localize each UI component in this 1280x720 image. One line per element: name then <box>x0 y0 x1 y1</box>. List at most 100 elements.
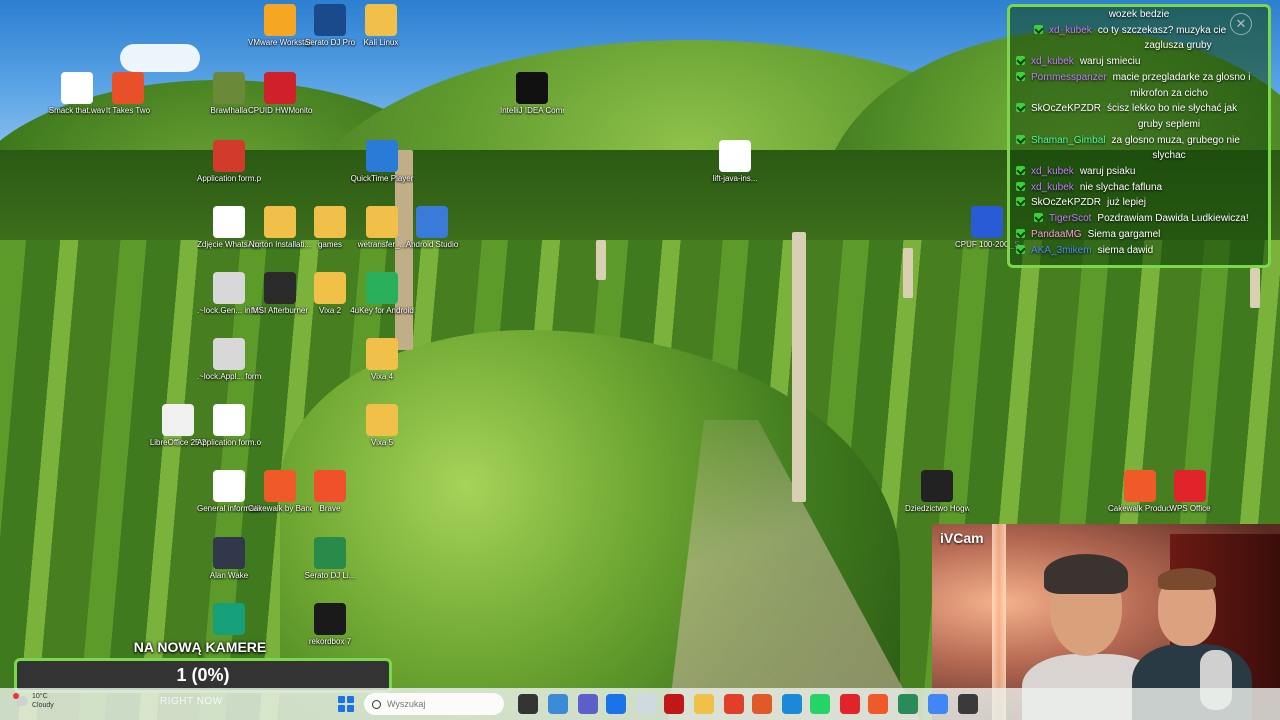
weather-widget[interactable]: 10°C Cloudy <box>13 692 54 710</box>
desktop-icon[interactable]: IntelliJ IDEA Communi... <box>500 72 564 116</box>
close-icon[interactable]: ✕ <box>1230 13 1252 35</box>
desktop-icon-label: Brave <box>319 504 341 513</box>
desktop-icon[interactable]: 4uKey for Android <box>350 272 414 316</box>
desktop-icon[interactable]: It Takes Two <box>96 72 160 116</box>
folder-icon <box>314 272 346 304</box>
app-icon[interactable] <box>782 694 802 714</box>
installer-icon <box>719 140 751 172</box>
chat-username[interactable]: PandaaMG <box>1031 229 1082 240</box>
desktop-icon-label: It Takes Two <box>105 106 151 115</box>
desktop-icon-label: Application form.odg <box>197 438 261 447</box>
chat-username[interactable]: xd_kubek <box>1031 182 1074 193</box>
chat-username[interactable]: Pornmesspanzer <box>1031 72 1107 83</box>
desktop-icon[interactable]: Android Studio <box>400 206 464 250</box>
desktop-icon-label: CPUID HWMonitor <box>248 106 312 115</box>
wps-icon[interactable] <box>840 694 860 714</box>
desktop-icon[interactable]: Kali Linux <box>349 4 413 48</box>
desktop-icon[interactable] <box>197 603 261 637</box>
chat-username[interactable]: AKA_3mikem <box>1031 245 1092 256</box>
folder-image-icon <box>366 404 398 436</box>
cakewalk-icon <box>1124 470 1156 502</box>
hogwarts-icon <box>921 470 953 502</box>
chat-message: Shaman_Gimbal za glosno muza, grubego nie… <box>1016 133 1262 164</box>
chat-message: SkOcZeKPZDR ścisz lekko bo nie słychać ja… <box>1016 101 1262 132</box>
chat-username[interactable]: xd_kubek <box>1031 166 1074 177</box>
desktop-icon[interactable]: Application form.pdf <box>197 140 261 184</box>
verified-badge-icon <box>1016 103 1025 113</box>
app-icon[interactable] <box>958 694 978 714</box>
verified-badge-icon <box>1016 134 1025 144</box>
chat-text: ścisz lekko bo nie słychać jak <box>1107 103 1238 115</box>
vine-post <box>1250 268 1260 308</box>
desktop-icon[interactable]: .~lock.Appl... form.odg# <box>197 338 261 382</box>
app-icon[interactable] <box>868 694 888 714</box>
desktop-icon-label: Serato DJ Li... <box>304 571 356 580</box>
pdf-icon <box>213 140 245 172</box>
desktop-icon-label: Vixa 5 <box>370 438 394 447</box>
chat-text-continued: zaglusza gruby <box>1144 40 1212 52</box>
desktop-icon[interactable]: Dziedzictwo Hogwartu (3) <box>905 470 969 514</box>
file-explorer-icon[interactable] <box>694 694 714 714</box>
chat-username[interactable]: Shaman_Gimbal <box>1031 135 1105 146</box>
search-icon <box>372 699 381 709</box>
copilot-icon[interactable] <box>548 694 568 714</box>
notepad-icon[interactable] <box>636 694 656 714</box>
brave-icon <box>314 470 346 502</box>
document-icon <box>213 470 245 502</box>
chat-message: xd_kubek waruj smieciu <box>1016 54 1262 70</box>
desktop-icon-label: QuickTime Player <box>350 174 414 183</box>
desktop-icon[interactable]: Vixa 4 <box>350 338 414 382</box>
search-input[interactable] <box>387 699 477 709</box>
chat-username[interactable]: SkOcZeKPZDR <box>1031 103 1101 114</box>
verified-badge-icon <box>1016 166 1025 176</box>
mcafee-icon[interactable] <box>664 694 684 714</box>
wps-icon <box>1174 470 1206 502</box>
task-view-icon[interactable] <box>518 694 538 714</box>
chat-username[interactable]: xd_kubek <box>1049 25 1092 36</box>
verified-badge-icon <box>1016 244 1025 254</box>
folder-image-icon <box>366 338 398 370</box>
cloud-icon <box>13 693 28 706</box>
chat-message: SkOcZeKPZDR już lepiej <box>1016 195 1262 211</box>
browser-icon[interactable] <box>724 694 744 714</box>
folder-icon <box>365 4 397 36</box>
quicktime-icon <box>366 140 398 172</box>
chrome-icon[interactable] <box>928 694 948 714</box>
chat-message: AKA_3mikem siema dawid <box>1016 243 1262 259</box>
verified-badge-icon <box>1016 71 1025 81</box>
chat-username[interactable]: TigerScot <box>1049 213 1091 224</box>
store-icon[interactable] <box>606 694 626 714</box>
cakewalk-icon <box>264 470 296 502</box>
lock-file-icon <box>213 272 245 304</box>
desktop-icon[interactable]: Alan Wake <box>197 537 261 581</box>
chat-username[interactable]: SkOcZeKPZDR <box>1031 197 1101 208</box>
desktop-icon-label: Kali Linux <box>363 38 399 47</box>
chat-text: już lepiej <box>1107 197 1146 209</box>
app-icon[interactable] <box>752 694 772 714</box>
start-button[interactable] <box>338 696 354 712</box>
desktop-icon[interactable]: lift-java-ins... <box>703 140 767 184</box>
desktop-icon[interactable]: CPUID HWMonitor <box>248 72 312 116</box>
chat-text-continued: slychac <box>1152 150 1186 162</box>
vine-post <box>596 240 606 280</box>
webcam-label: iVCam <box>940 530 984 546</box>
chat-message: Pornmesspanzer macie przegladarke za glos… <box>1016 70 1262 101</box>
taskbar-search[interactable] <box>364 693 504 715</box>
app-icon[interactable] <box>898 694 918 714</box>
desktop-icon[interactable]: Serato DJ Li... <box>298 537 362 581</box>
vmware-icon <box>264 4 296 36</box>
weather-temp: 10°C <box>32 693 48 700</box>
desktop-icon-label: .~lock.Appl... form.odg# <box>197 372 261 381</box>
teams-icon[interactable] <box>578 694 598 714</box>
desktop-icon[interactable]: Application form.odg <box>197 404 261 448</box>
desktop-icon[interactable]: Vixa 5 <box>350 404 414 448</box>
audio-file-icon <box>61 72 93 104</box>
chat-text: waruj smieciu <box>1079 56 1141 68</box>
chat-username[interactable]: xd_kubek <box>1031 56 1074 67</box>
desktop-icon[interactable]: QuickTime Player <box>350 140 414 184</box>
whatsapp-icon[interactable] <box>810 694 830 714</box>
game-icon <box>213 72 245 104</box>
chat-text: Siema gargamel <box>1087 228 1161 240</box>
desktop-icon[interactable]: WPS Office <box>1158 470 1222 514</box>
desktop-icon[interactable]: Brave <box>298 470 362 514</box>
